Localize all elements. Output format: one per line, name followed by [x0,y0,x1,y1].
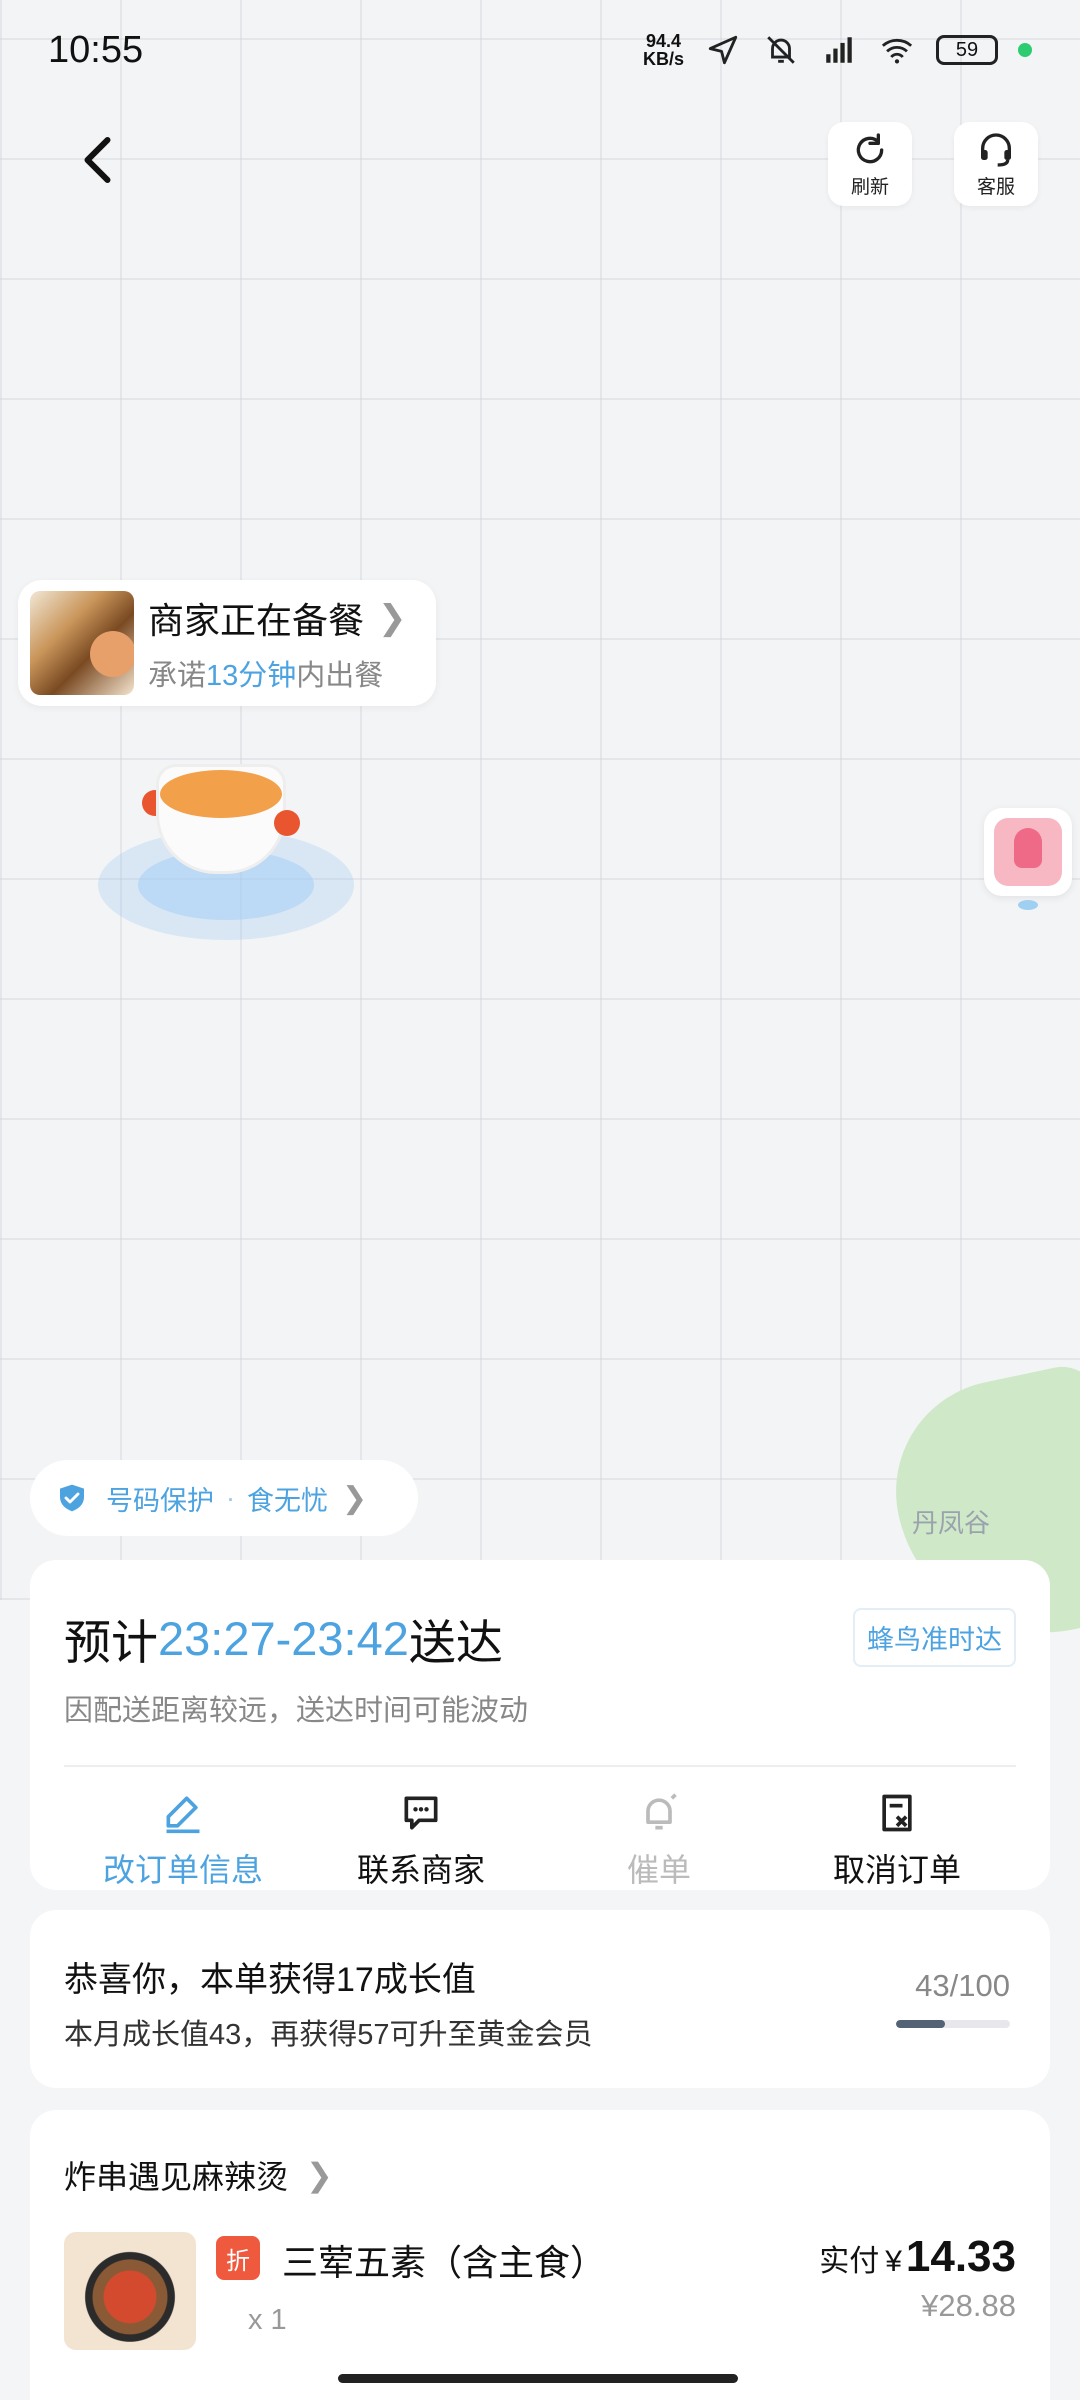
paid-price: 实付 ¥ 14.33 [819,2232,1016,2282]
merchant-promise: 承诺13分钟内出餐 [148,652,407,694]
protection-item-food-safety: 食无忧 [247,1485,328,1516]
signal-icon [826,37,852,63]
cancel-order-icon [882,1794,912,1832]
growth-count: 43/100 [915,1968,1010,2003]
bell-icon [646,1793,677,1830]
growth-progress-bar [896,2020,1010,2028]
cancel-order-button[interactable]: 取消订单 [787,1791,1007,1891]
urge-order-button[interactable]: 催单 [549,1791,769,1891]
map-place-label: 丹凤谷 [912,1508,991,1538]
eta-time: 23:27-23:42 [158,1612,409,1665]
status-dot [1018,43,1032,57]
eta-suffix: 送达 [408,1616,503,1669]
back-button[interactable] [70,130,130,190]
contact-merchant-label: 联系商家 [356,1852,485,1888]
divider [64,1765,1016,1767]
protection-separator: · [226,1482,235,1513]
paid-label: 实付 [819,2245,880,2278]
growth-subtitle: 本月成长值43，再获得57可升至黄金会员 [64,2019,593,2051]
growth-card[interactable]: 恭喜你，本单获得17成长值 本月成长值43，再获得57可升至黄金会员 43/10… [30,1910,1050,2088]
rider-avatar [994,818,1062,886]
shop-name-link[interactable]: 炸串遇见麻辣烫 ❯ [64,2152,1016,2198]
promise-time: 13分钟 [206,660,297,692]
discount-tag: 折 [216,2236,260,2280]
merchant-status-text: 商家正在备餐 ❯ 承诺13分钟内出餐 [148,592,407,694]
order-card: 炸串遇见麻辣烫 ❯ 折 三荤五素（含主食） x 1 实付 ¥ 14.33 ¥28… [30,2110,1050,2400]
merchant-food-image [30,591,134,695]
promise-suffix: 内出餐 [296,660,384,692]
currency-symbol: ¥ [885,2245,902,2278]
protection-item-number: 号码保护 [106,1485,214,1516]
rider-marker[interactable] [984,808,1072,896]
ontime-tag[interactable]: 蜂鸟准时达 [853,1608,1016,1667]
item-image [64,2232,196,2350]
delivery-card: 预计 23:27-23:42 送达 蜂鸟准时达 因配送距离较远，送达时间可能波动 改… [30,1560,1050,1890]
shield-check-icon [60,1484,84,1512]
edit-order-label: 改订单信息 [102,1852,263,1888]
network-speed-value: 94.4 [645,31,682,51]
edit-icon [166,1796,200,1834]
chevron-right-icon: ❯ [378,599,407,637]
cancel-order-label: 取消订单 [832,1852,961,1888]
headset-icon [981,132,1011,167]
paid-amount: 14.33 [905,2232,1016,2281]
urge-order-label: 催单 [626,1852,691,1888]
chevron-right-icon: ❯ [306,2157,333,2193]
chevron-right-icon: ❯ [342,1481,368,1515]
item-name: 三荤五素（含主食） [282,2242,607,2283]
battery-indicator: 59 [936,35,998,65]
status-icons: 94.4 KB/s 59 [643,32,1032,68]
merchant-status-title-text: 商家正在备餐 [148,600,365,641]
original-price: ¥28.88 [921,2288,1016,2323]
chat-icon [404,1796,438,1830]
network-speed-unit: KB/s [642,49,684,69]
promise-prefix: 承诺 [148,660,207,692]
edit-order-button[interactable]: 改订单信息 [73,1791,293,1891]
growth-title: 恭喜你，本单获得17成长值 [64,1961,476,1999]
order-actions: 改订单信息 联系商家 催单 取消订单 [64,1791,1016,1891]
location-arrow-icon [708,35,738,65]
refresh-button[interactable]: 刷新 [828,122,912,206]
protection-pill[interactable]: 号码保护 · 食无忧 ❯ [30,1460,418,1536]
merchant-status-bubble[interactable]: 商家正在备餐 ❯ 承诺13分钟内出餐 [18,580,436,706]
status-bar: 10:55 94.4 KB/s 59 [0,0,1080,100]
order-item[interactable]: 折 三荤五素（含主食） x 1 实付 ¥ 14.33 ¥28.88 [64,2232,1016,2362]
network-speed: 94.4 KB/s [643,32,684,68]
cooking-pot-illustration [98,740,358,940]
eta-note: 因配送距离较远，送达时间可能波动 [64,1695,529,1727]
refresh-icon [856,132,884,163]
refresh-label: 刷新 [850,176,889,198]
customer-service-button[interactable]: 客服 [954,122,1038,206]
rider-location-dot [1018,900,1038,910]
status-time: 10:55 [48,28,144,71]
merchant-status-title: 商家正在备餐 ❯ [148,592,407,644]
home-indicator[interactable] [338,2374,738,2383]
wifi-icon [881,38,913,64]
item-quantity: x 1 [248,2304,287,2336]
contact-merchant-button[interactable]: 联系商家 [311,1791,531,1891]
growth-progress-fill [896,2020,946,2028]
shop-name: 炸串遇见麻辣烫 [64,2159,289,2195]
customer-service-label: 客服 [976,176,1015,198]
eta-prefix: 预计 [64,1616,158,1669]
mute-bell-icon [767,36,795,64]
